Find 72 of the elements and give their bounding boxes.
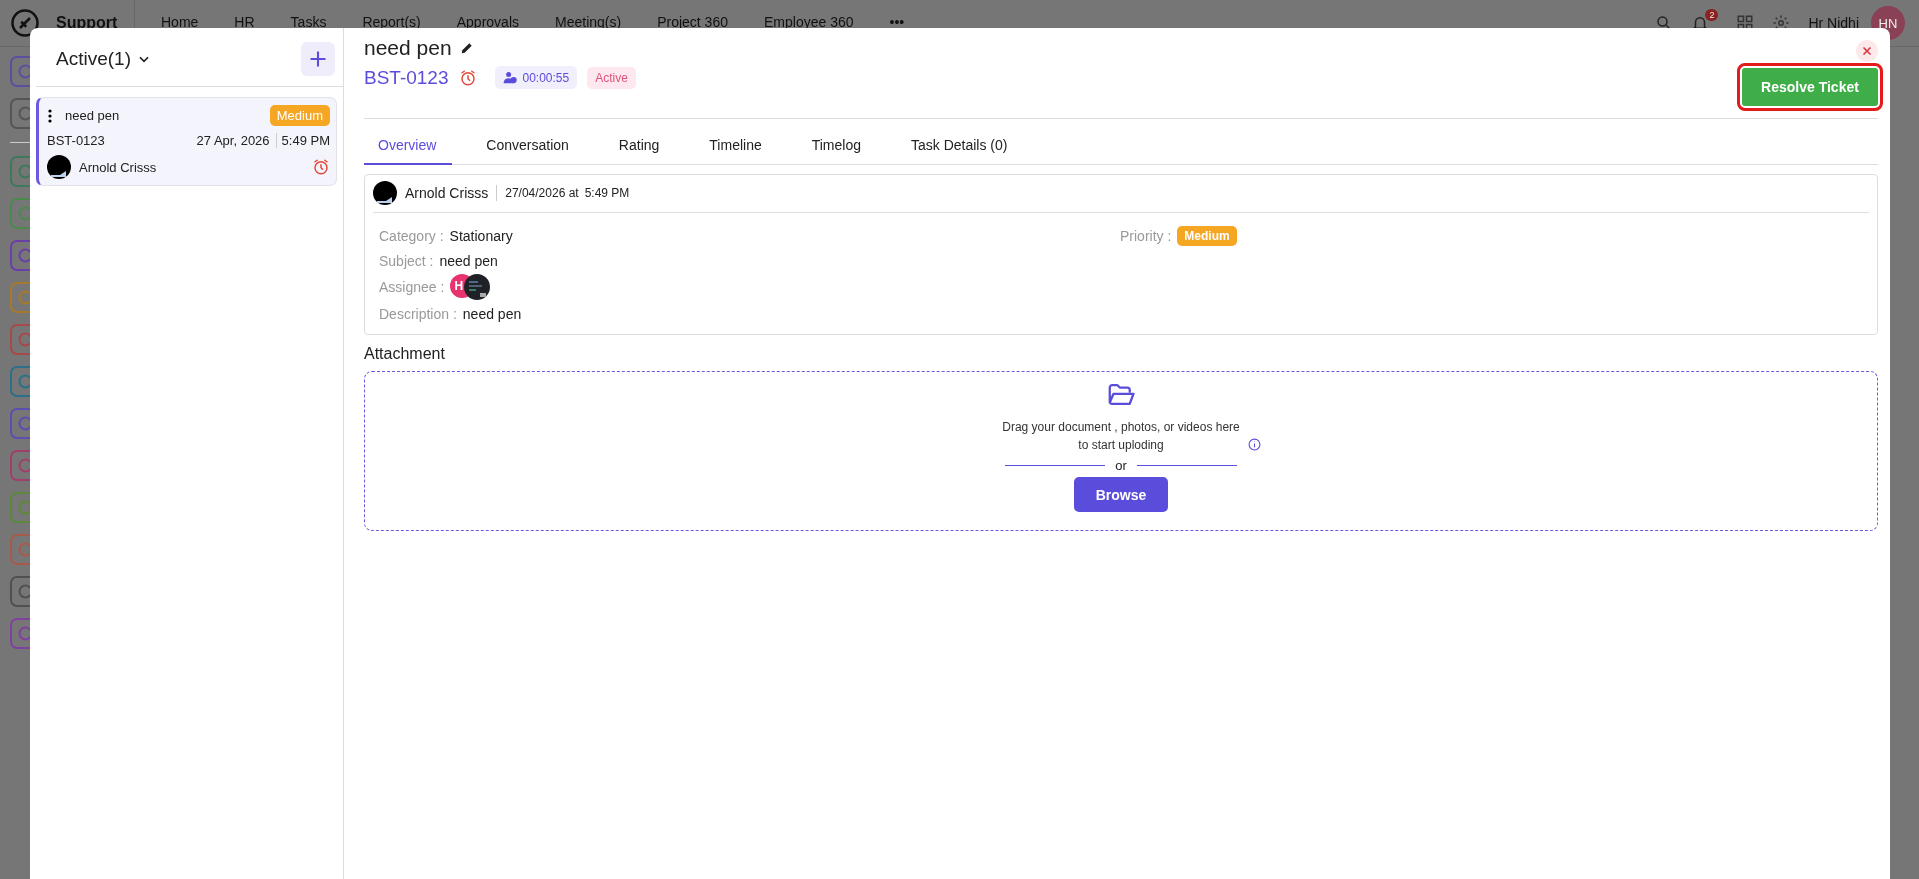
status-filter[interactable]: Active(1) — [56, 48, 151, 70]
app-tile-icon[interactable] — [10, 56, 30, 87]
requester-name: Arnold Crisss — [79, 159, 157, 175]
tab[interactable]: Timeline — [695, 129, 778, 165]
logo-icon — [10, 8, 40, 38]
tab[interactable]: Task Details (0) — [897, 129, 1024, 165]
ticket-title: need pen — [364, 36, 452, 60]
more-vertical-icon — [47, 108, 53, 123]
nav-link[interactable]: HR — [234, 14, 255, 30]
nav-link[interactable]: Meeting(s) — [555, 14, 622, 30]
alarm-clock-icon — [458, 68, 477, 87]
tab[interactable]: Timelog — [797, 129, 877, 165]
pencil-icon[interactable] — [459, 41, 474, 55]
section-heading: Attachment — [364, 345, 446, 363]
tab[interactable]: Overview — [364, 129, 453, 165]
app-tile-icon[interactable] — [10, 408, 30, 439]
app-tile-icon[interactable] — [10, 492, 30, 523]
nav-link[interactable]: Employee 360 — [764, 14, 854, 30]
plus-icon — [308, 49, 328, 69]
ticket-title: need pen — [65, 108, 120, 123]
app-tile-icon[interactable] — [10, 618, 30, 649]
nav-link[interactable]: Approvals — [456, 14, 519, 30]
field-label: Description : — [379, 305, 457, 322]
people-icon — [502, 70, 518, 85]
avatar — [47, 155, 71, 179]
description-value: need pen — [462, 305, 522, 322]
close-icon[interactable] — [1856, 40, 1878, 62]
nav-link[interactable]: Project 360 — [657, 14, 728, 30]
nav-link[interactable]: Report(s) — [362, 14, 421, 30]
status-badge: Active — [587, 66, 636, 89]
avatar — [373, 181, 397, 205]
timer-badge: 00:00:55 — [494, 66, 578, 89]
field-label: Priority : — [1120, 227, 1172, 244]
subject-value: need pen — [439, 252, 498, 269]
post-date: 27/04/2026 at — [505, 186, 579, 200]
drop-zone[interactable]: Drag your document , photos, or videos here to start uploding or Browse — [364, 371, 1878, 531]
app-tile-icon[interactable] — [10, 98, 30, 129]
or-separator: or — [1115, 458, 1127, 473]
post-time: 5:49 PM — [584, 186, 630, 200]
tab[interactable]: Rating — [604, 129, 676, 165]
drop-hint: Drag your document , photos, or videos here to start uploding — [1001, 419, 1241, 454]
category-value: Stationary — [449, 227, 513, 244]
app-tile-icon[interactable] — [10, 156, 30, 187]
ticket-date: 27 Apr, 2026 — [196, 133, 270, 148]
app-tile-icon[interactable] — [10, 240, 30, 271]
alarm-clock-icon — [312, 158, 330, 176]
tab[interactable]: Conversation — [472, 129, 585, 165]
nav-link[interactable]: Tasks — [290, 14, 327, 30]
ticket-time: 5:49 PM — [275, 133, 330, 148]
field-label: Category : — [379, 227, 444, 244]
priority-badge: Medium — [1177, 225, 1237, 246]
more-menu[interactable]: ••• — [889, 14, 905, 30]
add-ticket-button[interactable] — [301, 42, 335, 76]
app-tile-icon[interactable] — [10, 576, 30, 607]
ticket-card[interactable]: need pen Medium BST-0123 27 Apr, 2026 5:49 PM Arnold Crisss — [36, 97, 337, 186]
app-tile-icon[interactable] — [10, 366, 30, 397]
notification-count: 2 — [1705, 9, 1719, 21]
user-name: Hr Nidhi — [1808, 15, 1859, 31]
ticket-id: BST-0123 — [47, 133, 105, 148]
browse-button[interactable]: Browse — [1074, 477, 1168, 512]
field-label: Subject : — [379, 252, 434, 269]
ticket-id: BST-0123 — [364, 66, 449, 89]
app-tile-icon[interactable] — [10, 198, 30, 229]
app-tile-icon[interactable] — [10, 450, 30, 481]
app-tile-icon[interactable] — [10, 282, 30, 313]
priority-badge: Medium — [269, 105, 330, 126]
app-tile-icon[interactable] — [10, 324, 30, 355]
author-name: Arnold Crisss — [405, 185, 498, 201]
nav-link[interactable]: Home — [161, 14, 199, 30]
field-label: Assignee : — [379, 279, 445, 295]
app-tile-icon[interactable] — [10, 534, 30, 565]
info-icon[interactable] — [1248, 438, 1261, 451]
